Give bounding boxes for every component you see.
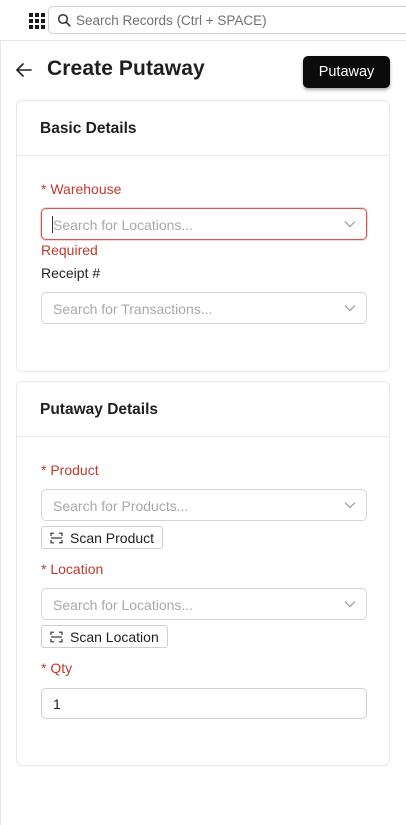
top-bar [0,0,406,41]
basic-details-card: Basic Details * Warehouse Search for Loc… [16,100,390,372]
page-title: Create Putaway [47,57,205,80]
scan-product-button[interactable]: Scan Product [41,526,164,549]
putaway-details-header: Putaway Details [17,382,389,437]
page-header: Create Putaway Putaway [0,41,406,100]
warehouse-error: Required [41,242,98,258]
apps-grid-icon[interactable] [29,13,45,29]
warehouse-label: * Warehouse [41,181,122,197]
receipt-select[interactable]: Search for Transactions... [41,292,367,324]
search-icon [57,13,71,27]
back-arrow-icon[interactable] [15,61,33,79]
basic-details-header: Basic Details [17,101,389,156]
scan-icon [50,532,63,544]
scan-icon [50,631,63,643]
warehouse-select[interactable]: Search for Locations... [41,208,367,240]
putaway-details-heading: Putaway Details [40,401,159,418]
global-search[interactable] [48,6,406,34]
putaway-button[interactable]: Putaway [303,56,390,88]
page-left-border [0,41,1,825]
location-placeholder: Search for Locations... [53,597,194,613]
receipt-label: Receipt # [41,265,101,281]
chevron-down-icon [344,221,356,228]
chevron-down-icon [344,601,356,608]
qty-label: * Qty [41,660,73,676]
scan-product-label: Scan Product [70,529,155,546]
product-select[interactable]: Search for Products... [41,489,367,521]
scan-location-button[interactable]: Scan Location [41,625,168,648]
search-input[interactable] [76,7,396,33]
location-label: * Location [41,561,104,577]
receipt-placeholder: Search for Transactions... [53,301,213,317]
chevron-down-icon [344,502,356,509]
basic-details-heading: Basic Details [40,120,137,137]
location-select[interactable]: Search for Locations... [41,588,367,620]
product-placeholder: Search for Products... [53,498,189,514]
putaway-details-card: Putaway Details * Product Search for Pro… [16,381,390,766]
scan-location-label: Scan Location [70,628,159,645]
qty-input[interactable] [41,688,367,719]
warehouse-placeholder: Search for Locations... [53,217,194,233]
chevron-down-icon [344,305,356,312]
product-label: * Product [41,462,99,478]
